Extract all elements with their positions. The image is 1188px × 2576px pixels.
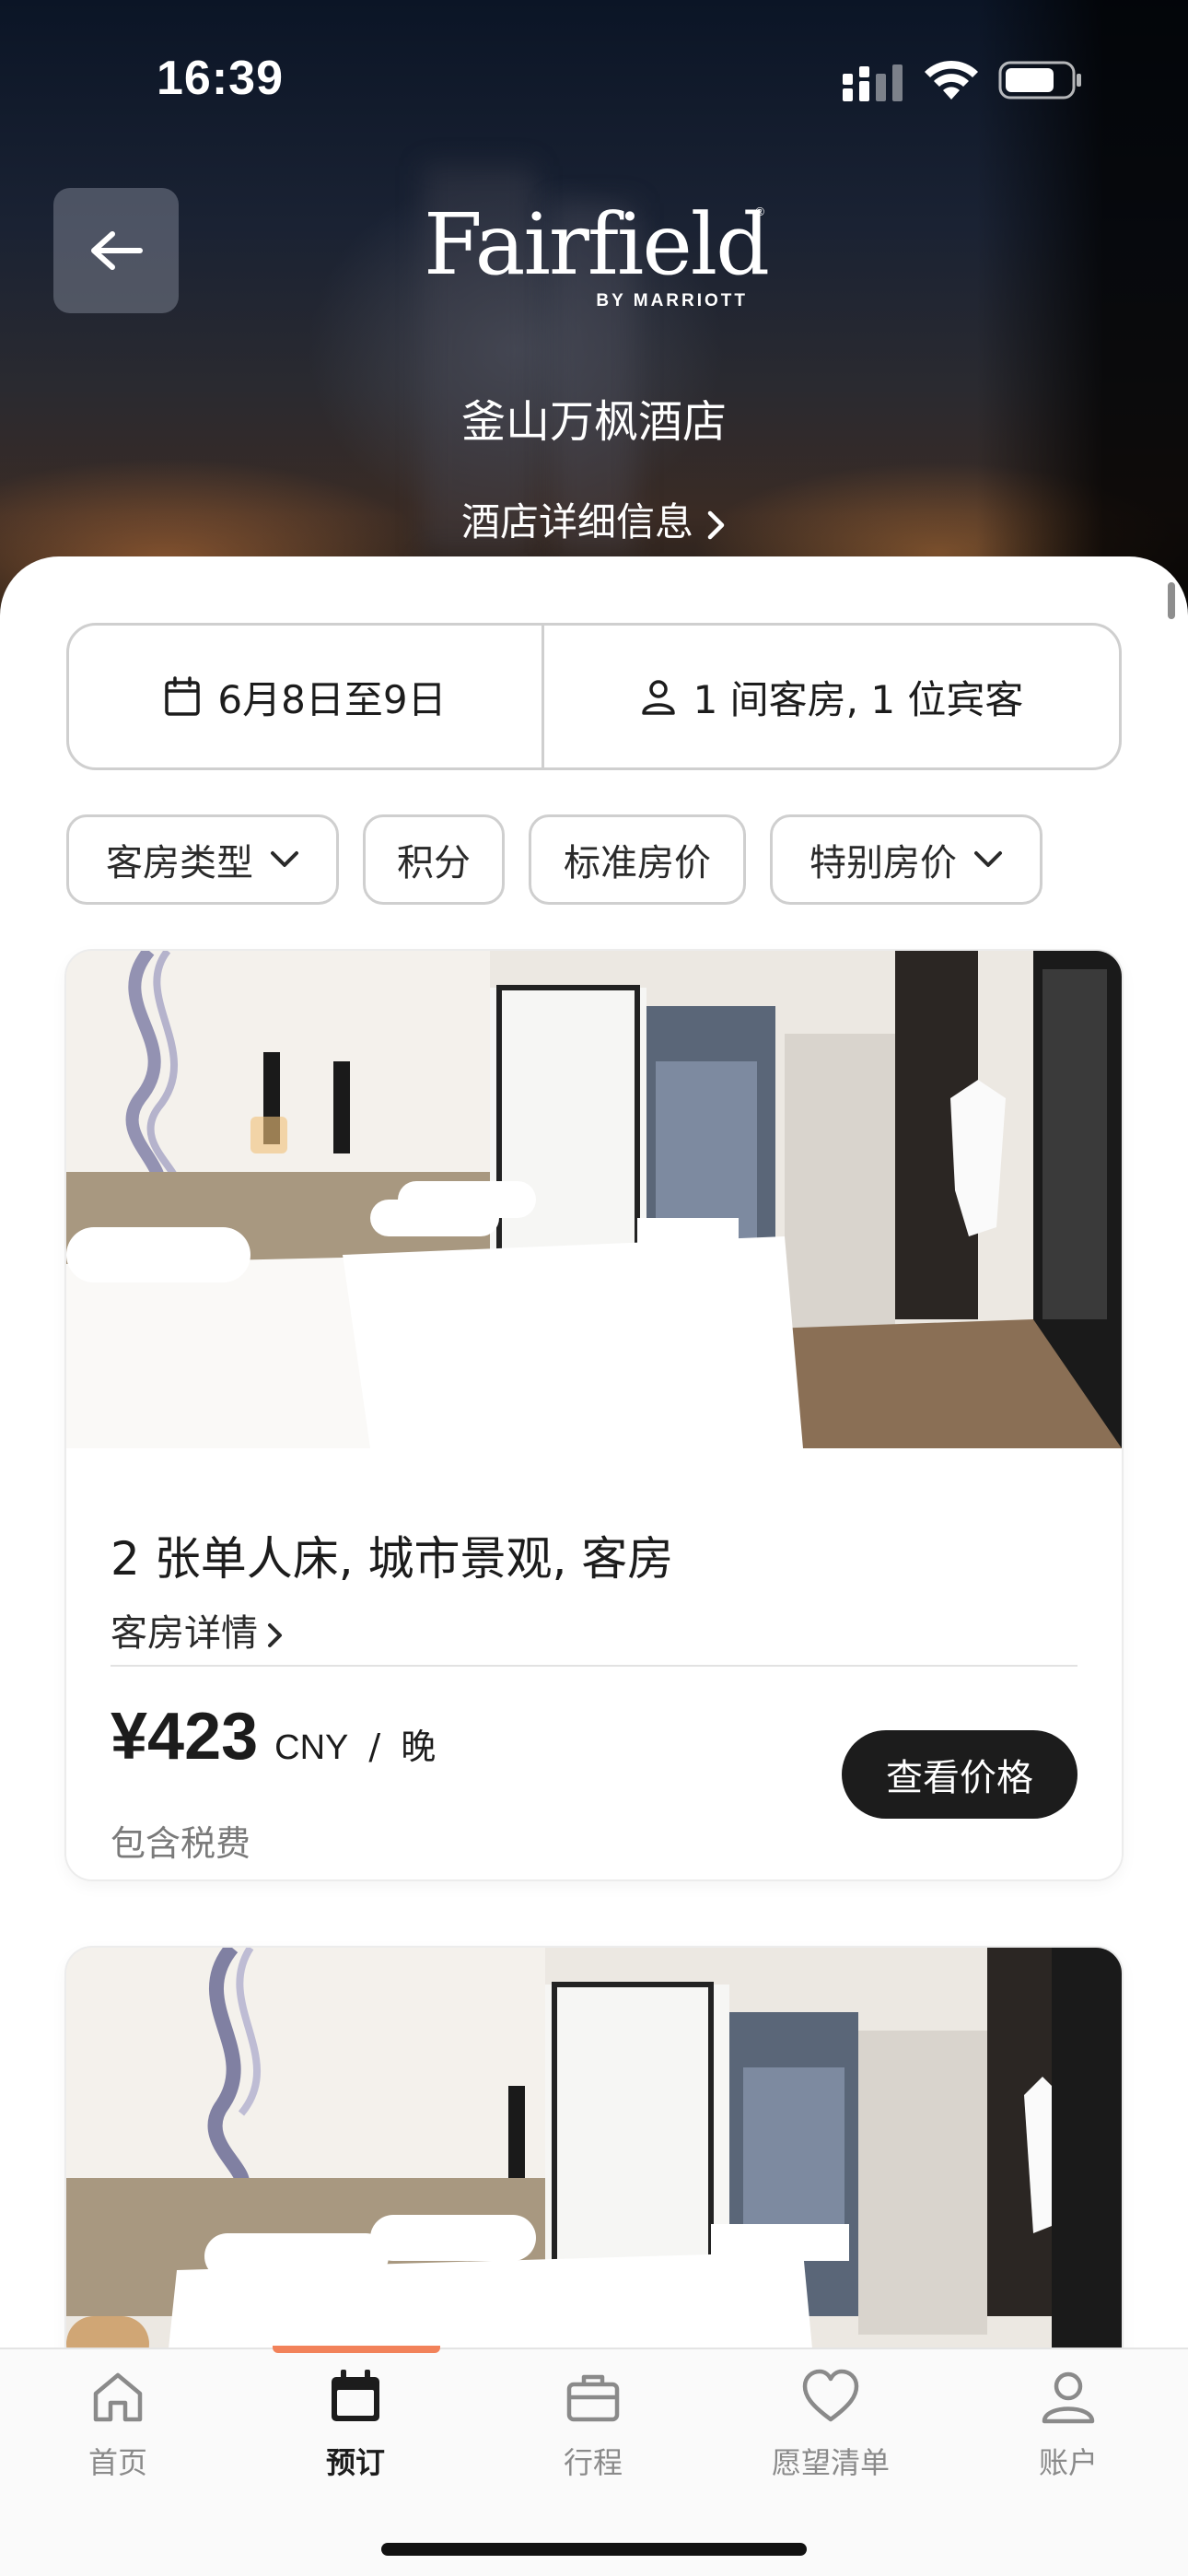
price-currency: CNY	[274, 1728, 349, 1767]
cellular-signal-icon	[843, 64, 903, 101]
guests-selector[interactable]: 1 间客房, 1 位宾客	[544, 626, 1119, 767]
tab-label: 账户	[1038, 2445, 1098, 2480]
brand-logo-name: Fairfield	[424, 195, 770, 294]
carousel-dot-active[interactable]	[586, 1386, 602, 1402]
view-rates-button[interactable]: 查看价格	[842, 1730, 1077, 1819]
filter-label: 特别房价	[809, 842, 957, 884]
brand-logo-registered: ®	[755, 205, 764, 218]
tab-wishlist[interactable]: 愿望清单	[739, 2368, 923, 2488]
price-row: ¥423 CNY / 晚	[111, 1699, 436, 1774]
wifi-icon	[925, 60, 978, 100]
tab-home[interactable]: 首页	[26, 2368, 210, 2488]
chevron-down-icon	[271, 851, 298, 867]
filter-room-type[interactable]: 客房类型	[66, 814, 339, 905]
room-details-link[interactable]: 客房详情	[111, 1603, 284, 1657]
brand-logo-subtitle: BY MARRIOTT	[596, 291, 748, 310]
tab-label: 行程	[563, 2445, 623, 2480]
briefcase-icon	[566, 2374, 620, 2422]
person-icon	[641, 680, 675, 715]
tab-trips[interactable]: 行程	[501, 2368, 685, 2488]
brand-logo: Fairfield ® BY MARRIOTT	[424, 195, 770, 313]
filter-points[interactable]: 积分	[363, 814, 505, 905]
filter-label: 标准房价	[564, 842, 711, 884]
chevron-down-icon	[974, 851, 1002, 867]
room-card: 2 张单人床, 城市景观, 客房 客房详情 ¥423 CNY / 晚 包含税费 …	[66, 951, 1122, 1879]
active-tab-indicator	[273, 2346, 440, 2353]
scroll-indicator[interactable]	[1168, 582, 1175, 619]
heart-icon	[802, 2369, 859, 2422]
filter-label: 积分	[397, 842, 471, 884]
arrow-left-icon	[91, 231, 143, 270]
chevron-right-icon	[707, 510, 725, 539]
room-title: 2 张单人床, 城市景观, 客房	[111, 1532, 674, 1586]
tab-label: 预订	[325, 2445, 385, 2480]
room-details-label: 客房详情	[111, 1612, 258, 1655]
carousel-dots	[66, 1386, 1122, 1406]
battery-icon	[998, 61, 1081, 100]
calendar-icon	[165, 676, 201, 716]
hotel-name: 釜山万枫酒店	[460, 396, 727, 448]
filter-label: 客房类型	[106, 842, 253, 884]
search-summary: 6月8日至9日 1 间客房, 1 位宾客	[66, 623, 1122, 770]
hotel-details-label: 酒店详细信息	[460, 499, 693, 544]
chevron-right-icon	[268, 1623, 282, 1647]
calendar-icon	[332, 2370, 379, 2421]
home-indicator[interactable]	[381, 2543, 807, 2556]
status-time: 16:39	[157, 52, 284, 105]
tab-label: 首页	[87, 2445, 147, 2480]
filter-standard-rates[interactable]: 标准房价	[529, 814, 746, 905]
price-separator: /	[368, 1727, 381, 1767]
tab-book[interactable]: 预订	[263, 2368, 448, 2488]
price-unit: 晚	[401, 1727, 437, 1767]
filter-special-rates[interactable]: 特别房价	[770, 814, 1042, 905]
date-selector[interactable]: 6月8日至9日	[69, 626, 544, 767]
price-amount: ¥423	[111, 1700, 259, 1774]
room-photo	[66, 951, 1122, 1448]
room-photo-carousel[interactable]	[66, 951, 1122, 1448]
card-divider	[111, 1665, 1077, 1667]
tax-note: 包含税费	[111, 1823, 251, 1864]
tab-label: 愿望清单	[771, 2445, 890, 2480]
person-icon	[1042, 2371, 1095, 2424]
date-range-text: 6月8日至9日	[217, 676, 447, 722]
hotel-details-link[interactable]: 酒店详细信息	[0, 491, 1188, 547]
tab-account[interactable]: 账户	[976, 2368, 1160, 2488]
rooms-guests-text: 1 间客房, 1 位宾客	[693, 676, 1024, 722]
back-button[interactable]	[53, 188, 179, 313]
home-icon	[93, 2372, 143, 2422]
